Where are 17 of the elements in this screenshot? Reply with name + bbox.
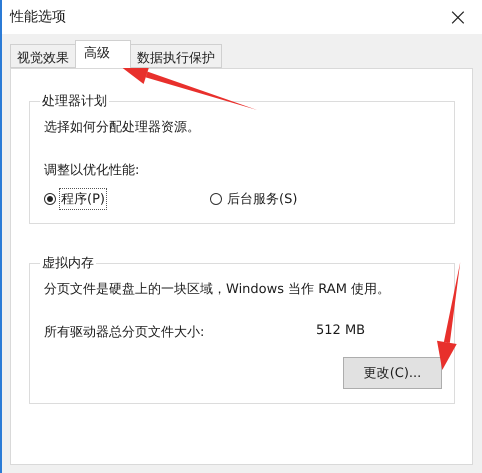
size-value: 512 MB — [316, 323, 366, 340]
group-title: 虚拟内存 — [41, 255, 95, 272]
radio-label[interactable]: 后台服务(S) — [226, 189, 298, 209]
window-title: 性能选项 — [10, 8, 66, 26]
tab[interactable]: 高级 — [75, 40, 131, 68]
description-text: 选择如何分配处理器资源。 — [44, 119, 201, 136]
radio-label[interactable]: 程序(P) — [60, 189, 106, 209]
adjust-label: 调整以优化性能: — [44, 162, 140, 179]
description-text: 分页文件是硬盘上的一块区域，Windows 当作 RAM 使用。 — [44, 281, 392, 298]
size-label: 所有驱动器总分页文件大小: — [44, 324, 206, 341]
radio-button[interactable] — [210, 193, 222, 205]
radio-button[interactable] — [44, 193, 56, 205]
group-title: 处理器计划 — [41, 93, 108, 110]
tab[interactable]: 视觉效果 — [10, 44, 76, 68]
tab[interactable]: 数据执行保护 — [130, 44, 222, 68]
close-button[interactable]: × — [444, 3, 472, 31]
change-button[interactable]: 更改(C)... — [343, 357, 442, 389]
